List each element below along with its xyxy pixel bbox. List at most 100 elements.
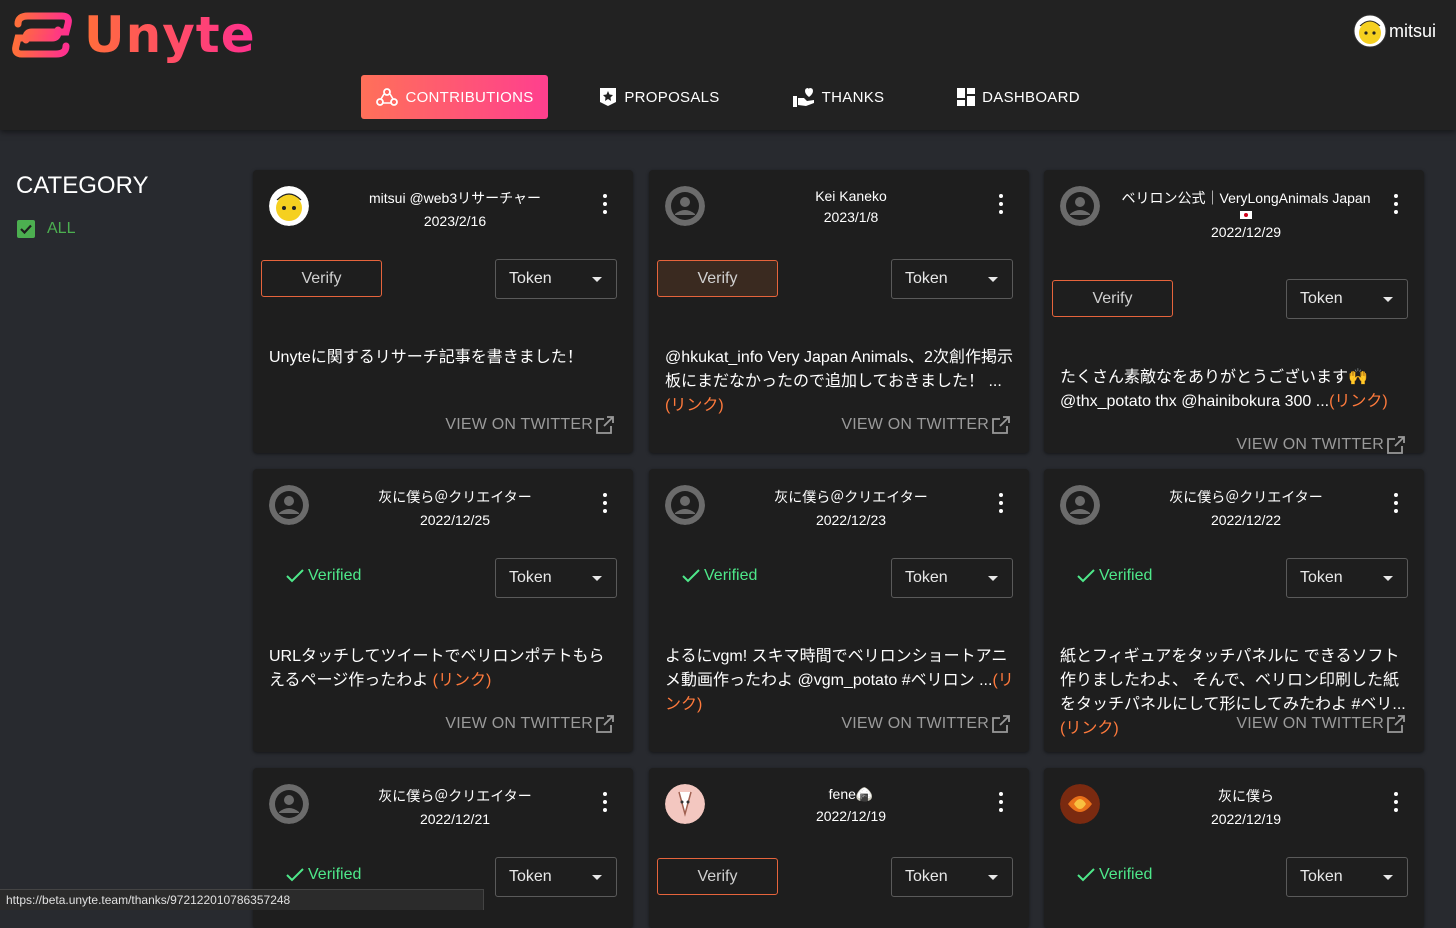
token-select[interactable]: Token bbox=[1286, 558, 1408, 598]
view-on-twitter-link[interactable]: VIEW ON TWITTER bbox=[841, 415, 1011, 435]
token-select[interactable]: Token bbox=[891, 857, 1013, 897]
avatar[interactable] bbox=[269, 784, 309, 824]
post-text-body: Unyteに関するリサーチ記事を書きました！ bbox=[269, 349, 583, 366]
verify-button[interactable]: Verify bbox=[657, 858, 778, 895]
view-on-twitter-link[interactable]: VIEW ON TWITTER bbox=[1236, 714, 1406, 734]
token-select[interactable]: Token bbox=[891, 259, 1013, 299]
post-text-body: 紙とフィギュアをタッチパネルに できるソフト作りましたわよ、 そんで、ベリロン印… bbox=[1060, 648, 1406, 713]
avatar[interactable] bbox=[1060, 186, 1100, 226]
proposals-icon bbox=[600, 88, 617, 106]
view-on-twitter-link[interactable]: VIEW ON TWITTER bbox=[445, 415, 615, 435]
verified-label: Verified bbox=[308, 866, 362, 883]
author-name-text: 灰に僕ら bbox=[1218, 788, 1274, 804]
token-select-value: Token bbox=[1300, 569, 1343, 586]
contribution-card: 灰に僕ら＠クリエイター 2022/12/25 Verified Token URLタッチ… bbox=[253, 469, 633, 752]
avatar[interactable] bbox=[1060, 784, 1100, 824]
logo[interactable]: Unyte bbox=[10, 6, 256, 64]
caret-down-icon bbox=[988, 875, 998, 880]
avatar[interactable] bbox=[269, 186, 309, 226]
post-date: 2022/12/29 bbox=[1210, 224, 1282, 240]
token-select[interactable]: Token bbox=[891, 558, 1013, 598]
verify-button[interactable]: Verify bbox=[261, 260, 382, 297]
post-text: URLタッチしてツイートでベリロンポテトもらえるページ作ったわよ (リンク) bbox=[269, 645, 619, 693]
category-label-all: ALL bbox=[47, 220, 76, 237]
checkbox-all[interactable] bbox=[17, 220, 35, 238]
more-vert-icon[interactable] bbox=[993, 493, 1009, 513]
token-select-value: Token bbox=[509, 270, 552, 287]
caret-down-icon bbox=[592, 277, 602, 282]
tab-proposals[interactable]: PROPOSALS bbox=[589, 75, 729, 119]
post-link[interactable]: (リンク) bbox=[665, 397, 724, 414]
token-select-value: Token bbox=[1300, 868, 1343, 885]
author-name-text: fene🍙 bbox=[828, 786, 874, 802]
token-select-value: Token bbox=[905, 868, 948, 885]
avatar[interactable] bbox=[665, 784, 705, 824]
avatar[interactable] bbox=[1060, 485, 1100, 525]
post-link[interactable]: (リンク) bbox=[433, 672, 492, 689]
post-date: 2022/12/19 bbox=[1210, 811, 1282, 827]
more-vert-icon[interactable] bbox=[1388, 194, 1404, 214]
category-sidebar: CATEGORY ALL bbox=[16, 172, 148, 238]
verified-label: Verified bbox=[1099, 866, 1153, 883]
post-text-body: よるにvgm! スキマ時間でベリロンショートアニメ動画作ったわよ @vgm_po… bbox=[665, 648, 1008, 689]
post-link[interactable]: (リンク) bbox=[1060, 720, 1119, 737]
post-date: 2022/12/19 bbox=[815, 808, 887, 824]
token-select-value: Token bbox=[1300, 290, 1343, 307]
contributions-icon bbox=[376, 88, 399, 106]
browser-status-bar: https://beta.unyte.team/thanks/972122010… bbox=[0, 889, 484, 910]
user-menu[interactable]: mitsui bbox=[1353, 14, 1436, 48]
tab-thanks[interactable]: THANKS bbox=[783, 75, 893, 119]
verify-button[interactable]: Verify bbox=[657, 260, 778, 297]
caret-down-icon bbox=[592, 875, 602, 880]
token-select[interactable]: Token bbox=[495, 558, 617, 598]
author-name: 灰に僕ら＠クリエイター 2022/12/21 bbox=[323, 786, 587, 827]
tab-contributions-label: CONTRIBUTIONS bbox=[405, 88, 534, 106]
verified-badge: Verified bbox=[285, 866, 361, 884]
token-select[interactable]: Token bbox=[1286, 857, 1408, 897]
check-icon bbox=[286, 868, 304, 882]
more-vert-icon[interactable] bbox=[597, 194, 613, 214]
check-icon bbox=[1077, 569, 1095, 583]
token-select[interactable]: Token bbox=[1286, 279, 1408, 319]
post-date: 2022/12/21 bbox=[419, 811, 491, 827]
author-name-text: Kei Kaneko bbox=[815, 188, 887, 204]
more-vert-icon[interactable] bbox=[1388, 792, 1404, 812]
more-vert-icon[interactable] bbox=[597, 493, 613, 513]
view-on-twitter-label: VIEW ON TWITTER bbox=[841, 715, 989, 732]
author-name-text: 灰に僕ら＠クリエイター bbox=[378, 489, 532, 505]
post-text-body: たくさん素敵なをありがとうございます🙌 @thx_potato thx @hai… bbox=[1060, 369, 1368, 410]
view-on-twitter-link[interactable]: VIEW ON TWITTER bbox=[841, 714, 1011, 734]
verify-button[interactable]: Verify bbox=[1052, 280, 1173, 317]
author-name-text: ベリロン公式｜VeryLongAnimals Japan bbox=[1121, 190, 1371, 206]
category-item-all[interactable]: ALL bbox=[17, 220, 148, 238]
post-date: 2022/12/23 bbox=[815, 512, 887, 528]
verified-badge: Verified bbox=[1076, 866, 1152, 884]
author-name: 灰に僕ら＠クリエイター 2022/12/22 bbox=[1114, 487, 1378, 528]
post-text: @hkukat_info Very Japan Animals、2次創作掲示板に… bbox=[665, 346, 1015, 418]
tab-dashboard-label: DASHBOARD bbox=[982, 88, 1080, 106]
more-vert-icon[interactable] bbox=[1388, 493, 1404, 513]
author-name: mitsui @web3リサーチャー 2023/2/16 bbox=[323, 188, 587, 229]
tab-contributions[interactable]: CONTRIBUTIONS bbox=[361, 75, 548, 119]
contribution-card: 灰に僕ら 2022/12/19 Verified Token bbox=[1044, 768, 1424, 928]
post-link[interactable]: (リンク) bbox=[1329, 393, 1388, 410]
token-select[interactable]: Token bbox=[495, 857, 617, 897]
post-date: 2022/12/25 bbox=[419, 512, 491, 528]
external-link-icon bbox=[596, 416, 614, 434]
view-on-twitter-link[interactable]: VIEW ON TWITTER bbox=[1236, 435, 1406, 455]
contribution-card: fene🍙 2022/12/19 Verify Token bbox=[649, 768, 1029, 928]
more-vert-icon[interactable] bbox=[993, 792, 1009, 812]
view-on-twitter-link[interactable]: VIEW ON TWITTER bbox=[445, 714, 615, 734]
contribution-card: Kei Kaneko 2023/1/8 Verify Token @hkukat_inf… bbox=[649, 170, 1029, 453]
more-vert-icon[interactable] bbox=[597, 792, 613, 812]
avatar[interactable] bbox=[665, 485, 705, 525]
view-on-twitter-label: VIEW ON TWITTER bbox=[1236, 715, 1384, 732]
token-select[interactable]: Token bbox=[495, 259, 617, 299]
view-on-twitter-label: VIEW ON TWITTER bbox=[841, 416, 989, 433]
more-vert-icon[interactable] bbox=[993, 194, 1009, 214]
avatar[interactable] bbox=[269, 485, 309, 525]
tab-dashboard[interactable]: DASHBOARD bbox=[951, 75, 1085, 119]
contribution-card: 灰に僕ら＠クリエイター 2022/12/23 Verified Token よるにvgm… bbox=[649, 469, 1029, 752]
avatar[interactable] bbox=[665, 186, 705, 226]
author-name: 灰に僕ら 2022/12/19 bbox=[1114, 786, 1378, 827]
